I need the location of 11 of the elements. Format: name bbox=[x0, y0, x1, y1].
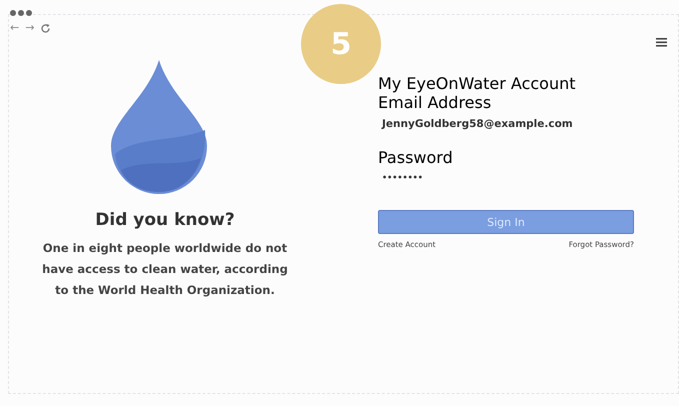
window-controls-icon bbox=[10, 10, 32, 16]
info-text: One in eight people worldwide do not have access to clean water, according to the World Health Organization. bbox=[41, 240, 289, 299]
field-label: Password bbox=[378, 148, 454, 167]
menu-icon[interactable] bbox=[656, 38, 667, 47]
password-field[interactable]: •••••••• bbox=[382, 173, 423, 182]
info-heading: Did you know? bbox=[95, 210, 235, 230]
step-badge: 5 bbox=[301, 4, 381, 84]
form-title: My EyeOnWater Account bbox=[378, 74, 576, 93]
reload-icon[interactable] bbox=[40, 22, 52, 34]
field-label: Email Address bbox=[378, 93, 492, 112]
email-field[interactable]: JennyGoldberg58@example.com bbox=[382, 118, 573, 130]
